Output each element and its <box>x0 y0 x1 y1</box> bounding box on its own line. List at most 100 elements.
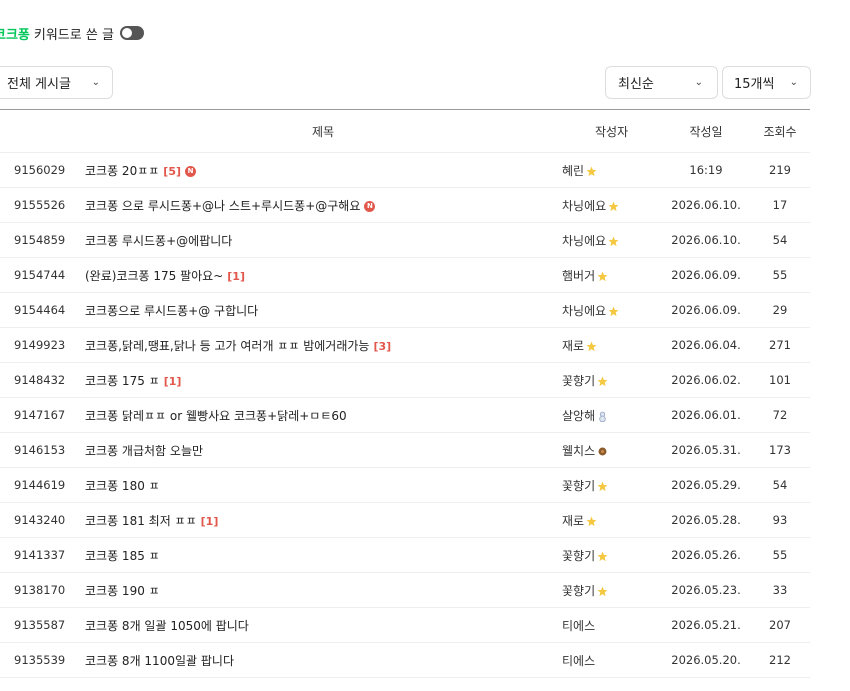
author-name[interactable]: 혜린 <box>562 164 584 178</box>
author-name[interactable]: 꽃향기 <box>562 584 595 598</box>
article-author-cell: 꽃향기 <box>562 573 662 608</box>
article-number: 9138170 <box>14 583 66 597</box>
board-filter-select[interactable]: 전체 게시글 ⌄ <box>0 66 113 99</box>
article-title-cell: 코크퐁 181 최저 ㅍㅍ [1] <box>85 503 562 538</box>
keyword-filter-label: 키워드로 쓴 글 <box>33 27 114 43</box>
article-title-link[interactable]: 코크퐁 닭레ㅍㅍ or 웰빵사요 코크퐁+닭레+ㅁㅌ60 <box>85 409 347 423</box>
sort-value: 최신순 <box>618 77 654 92</box>
article-number: 9135587 <box>14 618 66 632</box>
article-number: 9144619 <box>14 478 66 492</box>
article-title-link[interactable]: 코크퐁 8개 1100일괄 팝니다 <box>85 654 234 668</box>
article-number: 9135539 <box>14 653 66 667</box>
star-level-icon <box>608 306 619 316</box>
article-number: 9148432 <box>14 373 66 387</box>
article-author-cell: 차닝에요 <box>562 293 662 328</box>
author-name[interactable]: 재로 <box>562 339 584 353</box>
article-number: 9154859 <box>14 233 66 247</box>
article-number: 9156029 <box>14 163 66 177</box>
article-author-cell: 꽃향기 <box>562 363 662 398</box>
article-author-cell: 햄버거 <box>562 258 662 293</box>
article-views: 17 <box>772 198 788 212</box>
author-name[interactable]: 차닝에요 <box>562 304 606 318</box>
article-title-link[interactable]: 코크퐁 8개 일괄 1050에 팝니다 <box>85 619 249 633</box>
article-views: 212 <box>769 653 791 667</box>
author-name[interactable]: 티에스 <box>562 654 595 668</box>
article-title-link[interactable]: 코크퐁으로 루시드퐁+@ 구합니다 <box>85 304 258 318</box>
article-views: 33 <box>772 583 788 597</box>
article-title-cell: 코크퐁 180 ㅍ <box>85 468 562 503</box>
article-title-link[interactable]: 코크퐁 190 ㅍ <box>85 584 160 598</box>
page-size-select[interactable]: 15개씩 ⌄ <box>722 66 811 99</box>
table-row: 9146153 코크퐁 개급처함 오늘만 웰치스 2026.05.31. 173 <box>0 433 810 468</box>
comment-count[interactable]: [1] <box>227 270 245 283</box>
article-number: 9147167 <box>14 408 66 422</box>
article-date: 2026.06.09. <box>671 268 741 282</box>
sort-select[interactable]: 최신순 ⌄ <box>605 66 718 99</box>
article-date: 2026.05.28. <box>671 513 741 527</box>
author-name[interactable]: 꽃향기 <box>562 374 595 388</box>
comment-count[interactable]: [1] <box>164 375 182 388</box>
article-title-link[interactable]: 코크퐁 175 ㅍ <box>85 374 160 388</box>
table-row: 9143240 코크퐁 181 최저 ㅍㅍ [1] 재로 2026.05.28. … <box>0 503 810 538</box>
article-date: 2026.06.04. <box>671 338 741 352</box>
author-name[interactable]: 웰치스 <box>562 444 595 458</box>
star-level-icon <box>597 586 608 596</box>
comment-count[interactable]: [3] <box>373 340 391 353</box>
table-row: 9148432 코크퐁 175 ㅍ [1] 꽃향기 2026.06.02. 101 <box>0 363 810 398</box>
table-row: 9154744 (완료)코크퐁 175 팔아요~ [1] 햄버거 2026.06.… <box>0 258 810 293</box>
comment-count[interactable]: [1] <box>201 515 219 528</box>
author-name[interactable]: 꽃향기 <box>562 549 595 563</box>
new-badge: N <box>364 200 376 212</box>
star-level-icon <box>586 166 597 176</box>
article-date: 2026.05.31. <box>671 443 741 457</box>
author-name[interactable]: 티에스 <box>562 619 595 633</box>
table-row: 9138170 코크퐁 190 ㅍ 꽃향기 2026.05.23. 33 <box>0 573 810 608</box>
keyword-highlight: 코크퐁 <box>0 27 30 43</box>
article-author-cell: 티에스 <box>562 643 662 678</box>
header-title: 제목 <box>85 109 562 153</box>
keyword-filter: 코크퐁 키워드로 쓴 글 <box>0 22 144 44</box>
snowman-level-icon <box>599 411 606 422</box>
article-title-cell: 코크퐁 175 ㅍ [1] <box>85 363 562 398</box>
author-name[interactable]: 차닝에요 <box>562 199 606 213</box>
table-row: 9149923 코크퐁,닭레,땡표,닭나 등 고가 여러개 ㅍㅍ 밤에거래가능 [… <box>0 328 810 363</box>
article-author-cell: 재로 <box>562 328 662 363</box>
table-row: 9135587 코크퐁 8개 일괄 1050에 팝니다 티에스 2026.05.… <box>0 608 810 643</box>
article-date: 2026.06.01. <box>671 408 741 422</box>
star-level-icon <box>597 271 608 281</box>
star-level-icon <box>597 376 608 386</box>
article-title-link[interactable]: 코크퐁 으로 루시드퐁+@나 스트+루시드퐁+@구해요 <box>85 199 360 213</box>
article-title-link[interactable]: 코크퐁 루시드퐁+@에팝니다 <box>85 234 232 248</box>
article-author-cell: 티에스 <box>562 608 662 643</box>
article-title-link[interactable]: 코크퐁 185 ㅍ <box>85 549 160 563</box>
author-name[interactable]: 살앙해 <box>562 409 595 423</box>
comment-count[interactable]: [5] <box>163 165 181 178</box>
chevron-down-icon: ⌄ <box>91 77 100 88</box>
article-number: 9154744 <box>14 268 66 282</box>
table-row: 9144619 코크퐁 180 ㅍ 꽃향기 2026.05.29. 54 <box>0 468 810 503</box>
article-title-link[interactable]: 코크퐁 181 최저 ㅍㅍ <box>85 514 197 528</box>
article-title-link[interactable]: (완료)코크퐁 175 팔아요~ <box>85 269 223 283</box>
article-title-cell: 코크퐁 185 ㅍ <box>85 538 562 573</box>
keyword-toggle-switch[interactable] <box>119 26 144 40</box>
article-date: 2026.06.02. <box>671 373 741 387</box>
article-title-link[interactable]: 코크퐁 개급처함 오늘만 <box>85 444 203 458</box>
article-title-link[interactable]: 코크퐁,닭레,땡표,닭나 등 고가 여러개 ㅍㅍ 밤에거래가능 <box>85 339 369 353</box>
article-author-cell: 혜린 <box>562 153 662 188</box>
article-author-cell: 차닝에요 <box>562 223 662 258</box>
table-row: 9156029 코크퐁 20ㅍㅍ [5] N 혜린 16:19 219 <box>0 153 810 188</box>
article-table: 제목 작성자 작성일 조회수 9156029 코크퐁 20ㅍㅍ [5] N 혜린 1… <box>0 109 810 678</box>
article-views: 29 <box>772 303 788 317</box>
star-level-icon <box>597 551 608 561</box>
article-date: 2026.05.26. <box>671 548 741 562</box>
article-title-link[interactable]: 코크퐁 20ㅍㅍ <box>85 164 159 178</box>
article-views: 72 <box>772 408 788 422</box>
article-title-link[interactable]: 코크퐁 180 ㅍ <box>85 479 160 493</box>
article-title-cell: 코크퐁 루시드퐁+@에팝니다 <box>85 223 562 258</box>
acorn-level-icon <box>598 447 607 455</box>
author-name[interactable]: 재로 <box>562 514 584 528</box>
star-level-icon <box>586 516 597 526</box>
author-name[interactable]: 꽃향기 <box>562 479 595 493</box>
author-name[interactable]: 햄버거 <box>562 269 595 283</box>
author-name[interactable]: 차닝에요 <box>562 234 606 248</box>
